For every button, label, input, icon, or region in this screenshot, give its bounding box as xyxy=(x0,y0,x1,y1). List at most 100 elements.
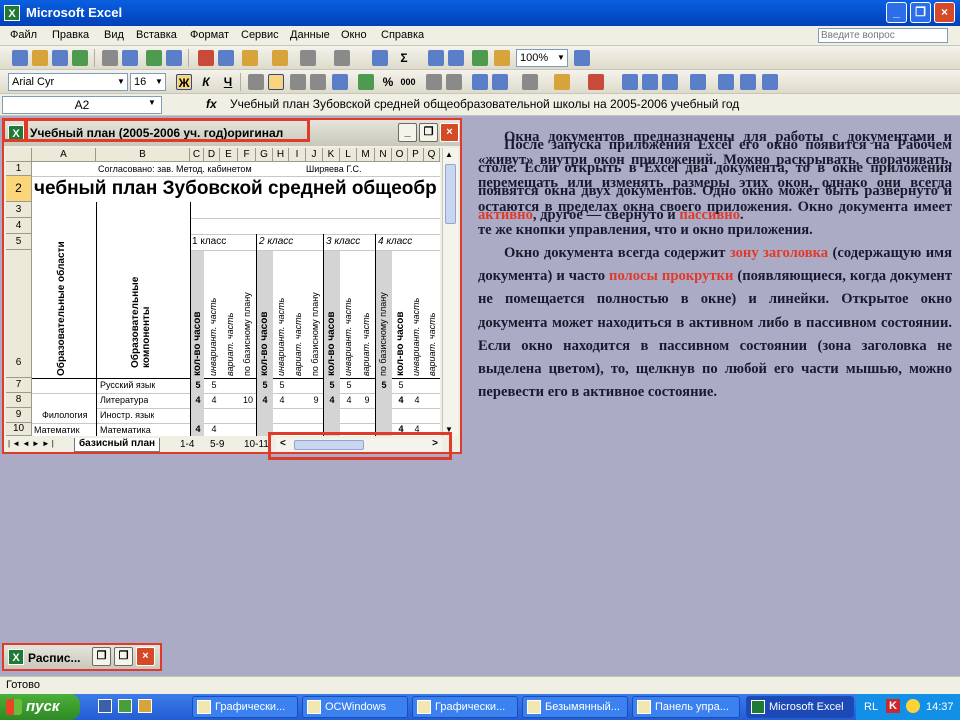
column-header[interactable]: F xyxy=(238,148,256,162)
app-minimize-button[interactable]: _ xyxy=(886,2,907,23)
undo-icon[interactable] xyxy=(300,50,316,66)
tab-10-11[interactable]: 10-11 xyxy=(244,439,269,450)
bold-button[interactable]: Ж xyxy=(176,74,192,90)
menu-file[interactable]: Файл xyxy=(10,29,37,41)
doc-maximize-button[interactable]: ❐ xyxy=(419,123,438,142)
cell-value[interactable]: 9 xyxy=(361,395,373,405)
column-header[interactable]: G xyxy=(256,148,273,162)
sort-asc-icon[interactable] xyxy=(428,50,444,66)
doc-close-button[interactable]: × xyxy=(440,123,459,142)
font-color-icon[interactable] xyxy=(588,74,604,90)
align-center-icon[interactable] xyxy=(268,74,284,90)
decrease-decimal-icon[interactable] xyxy=(446,74,462,90)
extra-tool-icon[interactable] xyxy=(622,74,638,90)
cell-value[interactable]: 4 xyxy=(395,395,407,405)
cell-col-b-header[interactable]: Образовательные компоненты xyxy=(130,218,160,368)
cell-value[interactable]: 5 xyxy=(259,380,271,390)
borders-icon[interactable] xyxy=(522,74,538,90)
chevron-down-icon[interactable]: ▼ xyxy=(148,98,156,107)
zoom-select[interactable]: 100% ▼ xyxy=(516,49,568,67)
merge-center-icon[interactable] xyxy=(332,74,348,90)
row-header[interactable]: 6 xyxy=(6,250,32,378)
scroll-up-icon[interactable]: ▲ xyxy=(445,150,453,159)
extra-tool-icon[interactable] xyxy=(762,74,778,90)
task-control-panel[interactable]: Панель упра... xyxy=(632,696,740,718)
column-header[interactable]: O xyxy=(392,148,408,162)
sort-desc-icon[interactable] xyxy=(448,50,464,66)
menu-edit[interactable]: Правка xyxy=(52,29,89,41)
cell-value[interactable]: 4 xyxy=(326,395,338,405)
row-header[interactable]: 7 xyxy=(6,378,32,393)
thousands-button[interactable]: 000 xyxy=(400,74,416,90)
copy-icon[interactable] xyxy=(218,50,234,66)
antivirus-icon[interactable]: K xyxy=(886,699,900,713)
quicklaunch-icon[interactable] xyxy=(118,699,132,713)
cell-subject[interactable]: Литература xyxy=(100,395,148,405)
cell-value[interactable]: 4 xyxy=(208,395,220,405)
column-header[interactable]: M xyxy=(357,148,375,162)
column-header[interactable]: Q xyxy=(424,148,440,162)
row-header[interactable]: 9 xyxy=(6,408,32,423)
currency-icon[interactable] xyxy=(358,74,374,90)
paste-icon[interactable] xyxy=(242,50,258,66)
cell-value[interactable]: 5 xyxy=(378,380,390,390)
task-ocwindows[interactable]: OCWindows xyxy=(302,696,408,718)
menu-tools[interactable]: Сервис xyxy=(241,29,279,41)
language-indicator[interactable]: RL xyxy=(864,694,878,720)
column-header[interactable]: D xyxy=(204,148,220,162)
column-header[interactable]: L xyxy=(340,148,357,162)
tab-5-9[interactable]: 5-9 xyxy=(210,439,224,450)
task-untitled[interactable]: Безымянный... xyxy=(522,696,628,718)
function-icon[interactable]: fx xyxy=(206,97,217,111)
italic-button[interactable]: К xyxy=(198,74,214,90)
cell-value[interactable]: 5 xyxy=(395,380,407,390)
help-icon[interactable] xyxy=(574,50,590,66)
save-icon[interactable] xyxy=(52,50,68,66)
min-restore-button[interactable]: ❐ xyxy=(92,647,111,666)
tab-basis-plan[interactable]: базисный план xyxy=(74,438,161,452)
cell-value[interactable]: 4 xyxy=(192,395,204,405)
cell-grade-1[interactable]: 1 класс xyxy=(192,236,226,247)
cell-heading[interactable]: чебный план Зубовской средней общеобр xyxy=(34,178,437,200)
spreadsheet-grid[interactable]: A B C D E F G H I J K L M N O P Q 1 2 3 … xyxy=(6,148,440,436)
tab-1-4[interactable]: 1-4 xyxy=(180,439,194,450)
cell-value[interactable]: 5 xyxy=(208,380,220,390)
cell-subject[interactable]: Русский язык xyxy=(100,380,155,390)
min-close-button[interactable]: × xyxy=(136,647,155,666)
decrease-indent-icon[interactable] xyxy=(472,74,488,90)
cell-value[interactable]: 5 xyxy=(192,380,204,390)
min-maximize-button[interactable]: ❐ xyxy=(114,647,133,666)
research-icon[interactable] xyxy=(166,50,182,66)
quicklaunch-icon[interactable] xyxy=(98,699,112,713)
increase-indent-icon[interactable] xyxy=(492,74,508,90)
cell-subject[interactable]: Математика xyxy=(100,425,151,435)
cell-area-philology[interactable]: Филология xyxy=(42,410,88,420)
spelling-icon[interactable] xyxy=(146,50,162,66)
row-header[interactable]: 8 xyxy=(6,393,32,408)
doc-minimize-button[interactable]: _ xyxy=(398,123,417,142)
row-header[interactable]: 5 xyxy=(6,234,32,250)
font-size-select[interactable]: 16 ▼ xyxy=(130,73,166,91)
vertical-scroll-thumb[interactable] xyxy=(445,164,456,224)
name-box[interactable]: A2 xyxy=(2,96,162,114)
new-icon[interactable] xyxy=(12,50,28,66)
column-header[interactable]: B xyxy=(96,148,190,162)
row-header[interactable]: 4 xyxy=(6,218,32,234)
select-all-corner[interactable] xyxy=(6,148,32,162)
format-painter-icon[interactable] xyxy=(272,50,288,66)
quicklaunch-icon[interactable] xyxy=(138,699,152,713)
cut-icon[interactable] xyxy=(198,50,214,66)
cell-value[interactable]: 5 xyxy=(343,380,355,390)
percent-button[interactable]: % xyxy=(380,74,396,90)
increase-decimal-icon[interactable] xyxy=(426,74,442,90)
column-header[interactable]: C xyxy=(190,148,204,162)
menu-data[interactable]: Данные xyxy=(290,29,330,41)
cell-value[interactable]: 4 xyxy=(259,395,271,405)
menu-insert[interactable]: Вставка xyxy=(136,29,177,41)
underline-button[interactable]: Ч xyxy=(220,74,236,90)
permission-icon[interactable] xyxy=(72,50,88,66)
column-header[interactable]: K xyxy=(323,148,340,162)
task-excel[interactable]: Microsoft Excel xyxy=(746,696,854,718)
cell-value[interactable]: 5 xyxy=(276,380,288,390)
cell-value[interactable]: 4 xyxy=(276,395,288,405)
